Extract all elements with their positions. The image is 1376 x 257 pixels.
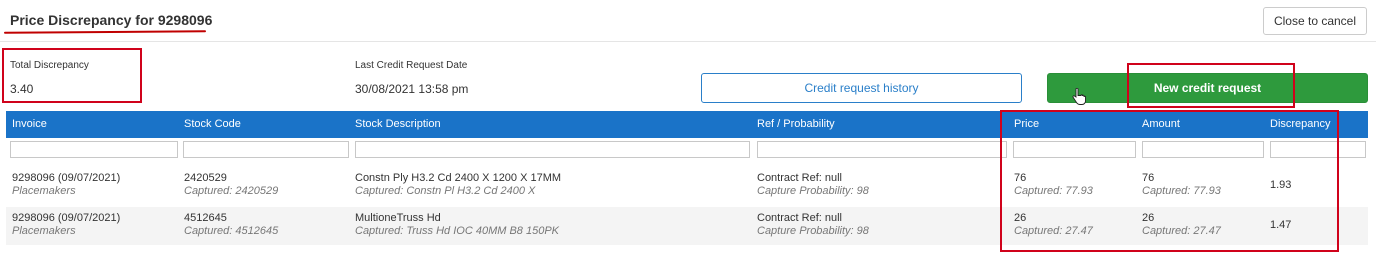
- price-captured: Captured: 77.93: [1014, 185, 1093, 197]
- price-cell: 76: [1014, 172, 1027, 184]
- last-credit-date-label: Last Credit Request Date: [355, 60, 468, 71]
- close-button[interactable]: Close to cancel: [1263, 7, 1367, 35]
- filter-ref-input[interactable]: [757, 141, 1007, 158]
- filter-discrepancy-input[interactable]: [1270, 141, 1366, 158]
- description-captured: Captured: Truss Hd IOC 40MM B8 150PK: [355, 225, 559, 237]
- description-cell: MultioneTruss Hd: [355, 212, 441, 224]
- probability-cell: Capture Probability: 98: [757, 185, 869, 197]
- ref-cell: Contract Ref: null: [757, 172, 842, 184]
- invoice-cell: 9298096 (09/07/2021): [12, 172, 121, 184]
- ref-cell: Contract Ref: null: [757, 212, 842, 224]
- last-credit-date-value: 30/08/2021 13:58 pm: [355, 82, 469, 96]
- discrepancy-cell: 1.47: [1270, 219, 1292, 231]
- col-discrepancy[interactable]: Discrepancy: [1270, 118, 1331, 130]
- amount-captured: Captured: 77.93: [1142, 185, 1221, 197]
- description-captured: Captured: Constn Pl H3.2 Cd 2400 X: [355, 185, 536, 197]
- annotation-underline: [3, 30, 207, 34]
- stock-code-cell: 4512645: [184, 212, 227, 224]
- col-price[interactable]: Price: [1014, 118, 1039, 130]
- filter-stock-description-input[interactable]: [355, 141, 750, 158]
- total-discrepancy-value: 3.40: [10, 82, 34, 96]
- invoice-supplier: Placemakers: [12, 185, 76, 197]
- table-row[interactable]: 9298096 (09/07/2021) Placemakers 2420529…: [6, 167, 1368, 205]
- stock-code-cell: 2420529: [184, 172, 227, 184]
- table-header: Invoice Stock Code Stock Description Ref…: [6, 111, 1368, 138]
- col-ref-probability[interactable]: Ref / Probability: [757, 118, 835, 130]
- invoice-cell: 9298096 (09/07/2021): [12, 212, 121, 224]
- filter-amount-input[interactable]: [1142, 141, 1264, 158]
- page-title: Price Discrepancy for 9298096: [10, 12, 213, 28]
- table-row[interactable]: 9298096 (09/07/2021) Placemakers 4512645…: [6, 207, 1368, 245]
- credit-history-button[interactable]: Credit request history: [701, 73, 1022, 103]
- price-cell: 26: [1014, 212, 1027, 224]
- description-cell: Constn Ply H3.2 Cd 2400 X 1200 X 17MM: [355, 172, 562, 184]
- filter-stock-code-input[interactable]: [183, 141, 349, 158]
- col-stock-code[interactable]: Stock Code: [184, 118, 241, 130]
- col-invoice[interactable]: Invoice: [12, 118, 47, 130]
- filter-invoice-input[interactable]: [10, 141, 178, 158]
- col-amount[interactable]: Amount: [1142, 118, 1180, 130]
- stock-code-captured: Captured: 4512645: [184, 225, 279, 237]
- total-discrepancy-label: Total Discrepancy: [10, 60, 89, 71]
- dialog-header: Price Discrepancy for 9298096 Close to c…: [0, 0, 1376, 42]
- stock-code-captured: Captured: 2420529: [184, 185, 279, 197]
- invoice-supplier: Placemakers: [12, 225, 76, 237]
- probability-cell: Capture Probability: 98: [757, 225, 869, 237]
- price-captured: Captured: 27.47: [1014, 225, 1093, 237]
- filter-price-input[interactable]: [1013, 141, 1136, 158]
- col-stock-description[interactable]: Stock Description: [355, 118, 441, 130]
- hand-cursor-icon: [1072, 88, 1086, 105]
- amount-cell: 76: [1142, 172, 1155, 184]
- new-credit-request-button[interactable]: New credit request: [1047, 73, 1368, 103]
- discrepancy-cell: 1.93: [1270, 179, 1292, 191]
- amount-captured: Captured: 27.47: [1142, 225, 1221, 237]
- amount-cell: 26: [1142, 212, 1155, 224]
